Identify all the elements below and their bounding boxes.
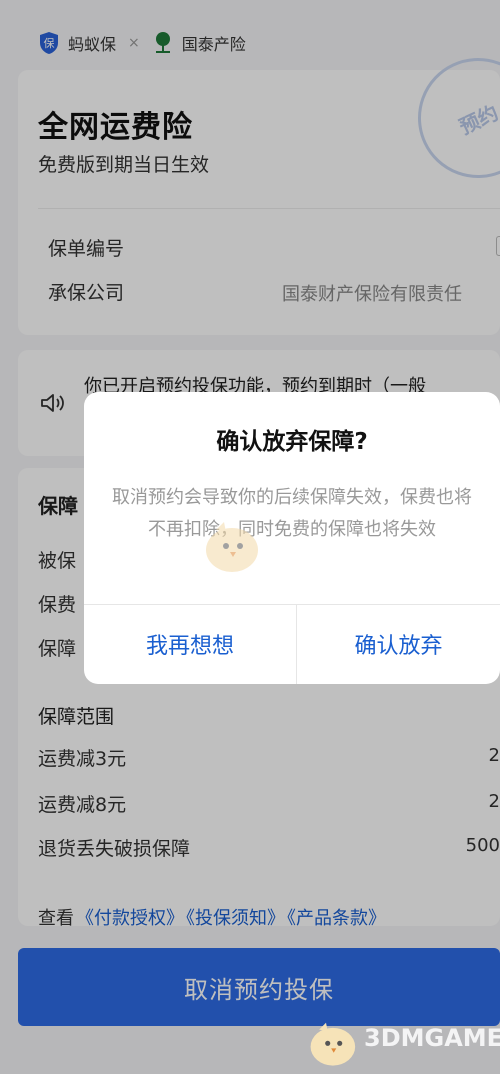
insurance-page: 保 蚂蚁保 × 国泰产险 全网运费险 免费版到期当日生效 预约 保单编号 承保公… xyxy=(0,0,500,1074)
watermark-chick-icon xyxy=(206,522,258,572)
dialog-title: 确认放弃保障? xyxy=(216,429,368,455)
dialog-message: 取消预约会导致你的后续保障失效，保费也将不再扣除，同时免费的保障也将失效 xyxy=(112,487,472,540)
confirm-dialog: 确认放弃保障? 取消预约会导致你的后续保障失效，保费也将不再扣除，同时免费的保障… xyxy=(84,392,500,684)
watermark-text: 3DMGAME xyxy=(364,1024,500,1052)
confirm-abandon-button[interactable]: 确认放弃 xyxy=(297,604,500,684)
watermark-logo-icon xyxy=(310,1022,356,1066)
reconsider-button[interactable]: 我再想想 xyxy=(84,604,296,684)
